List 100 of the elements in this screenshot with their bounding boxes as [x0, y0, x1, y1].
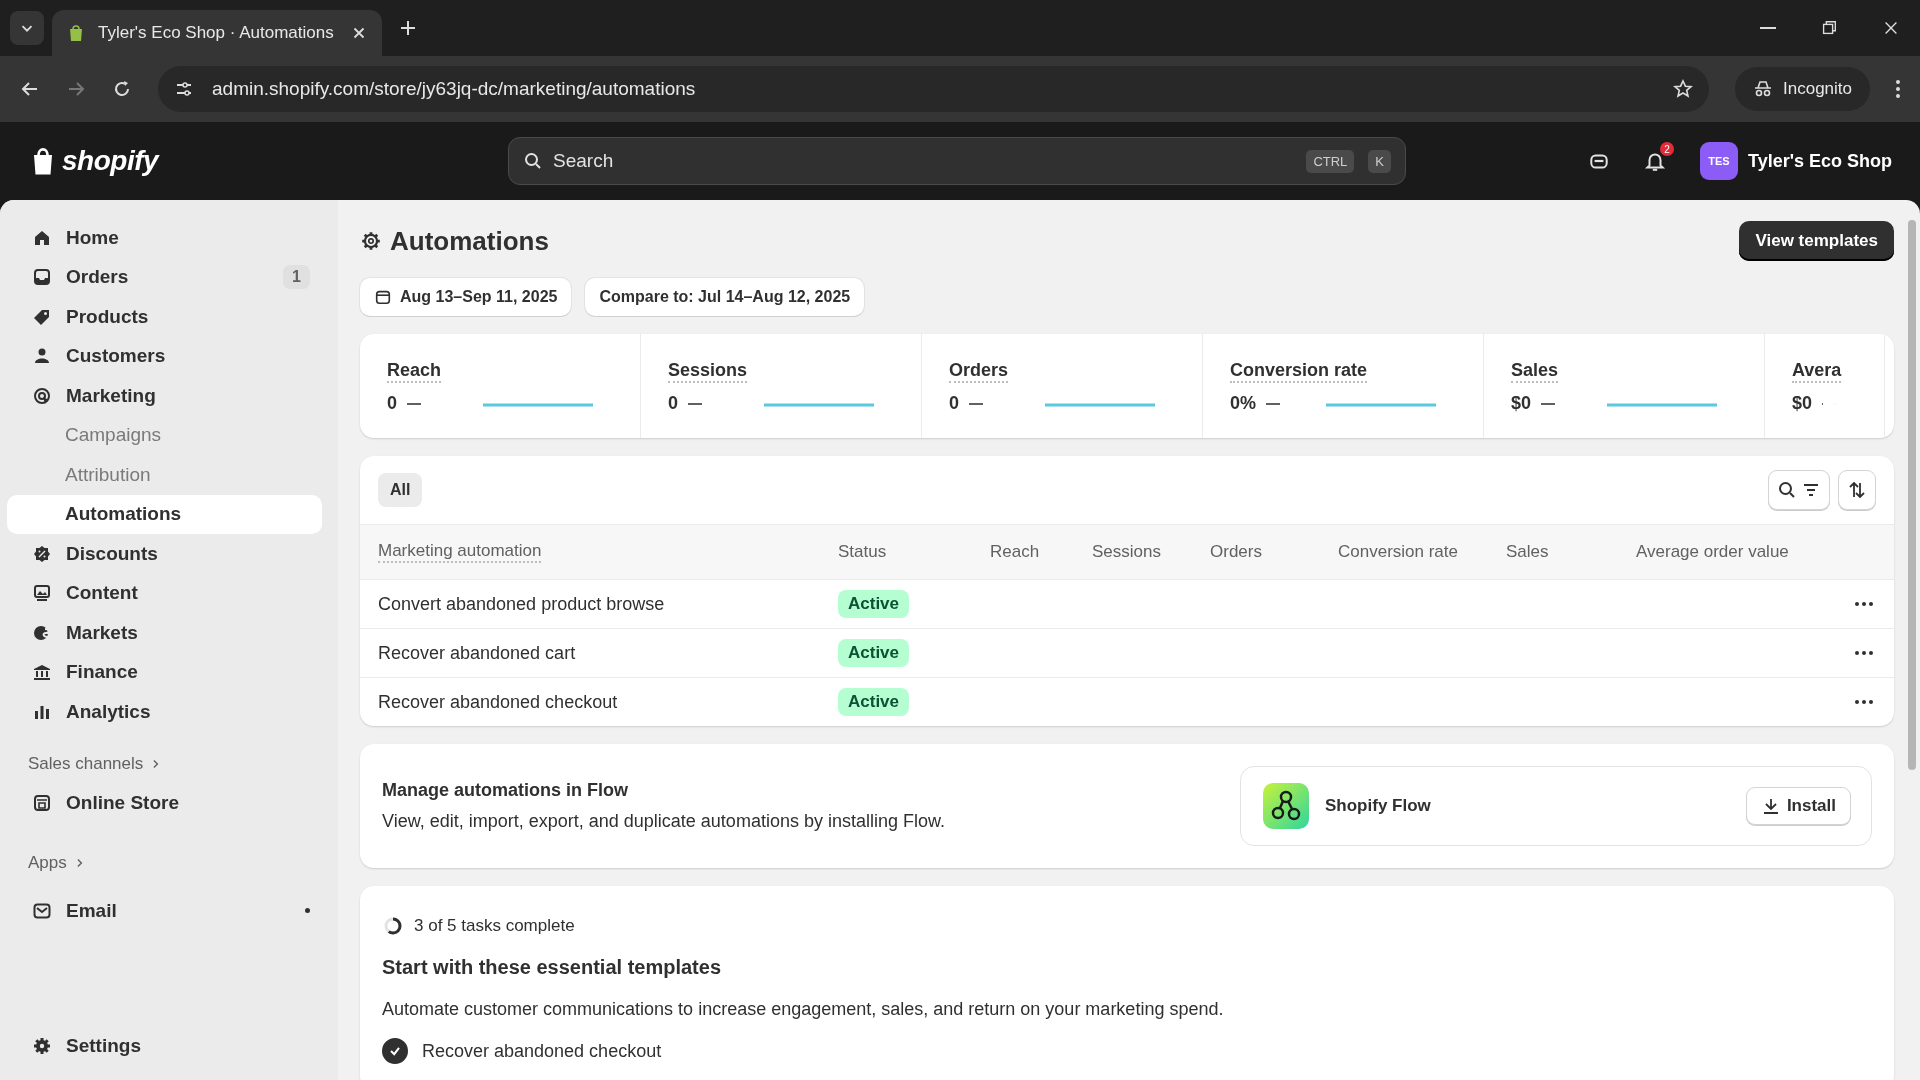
sidebar-subitem[interactable]: Attribution — [7, 455, 322, 495]
section-description: Automate customer communications to increase engagement, sales, and return on your marketing spend. — [382, 999, 1225, 1020]
sidebar-item[interactable]: Finance — [7, 652, 322, 692]
app-name: Shopify Flow — [1325, 796, 1432, 816]
image-icon — [32, 583, 52, 604]
sidebar-item[interactable]: Online Store — [7, 783, 322, 823]
automation-name[interactable]: Convert abandoned product browse — [378, 593, 838, 615]
column-header: Status — [838, 542, 888, 562]
bank-icon — [32, 662, 52, 683]
key-hint: CTRL — [1306, 149, 1355, 173]
sidebar-item[interactable]: Discounts — [7, 534, 322, 574]
search-icon — [1777, 480, 1797, 500]
date-range-button[interactable]: Aug 13–Sep 11, 2025 — [360, 278, 572, 316]
key-hint: K — [1368, 149, 1391, 173]
more-horizontal-icon — [1854, 651, 1874, 655]
progress-ring — [382, 915, 404, 937]
incognito-icon — [1753, 79, 1773, 99]
dash-icon — [1541, 402, 1556, 405]
site-settings-icon — [174, 79, 194, 99]
metric-label[interactable]: Reach — [387, 360, 442, 383]
metric-label[interactable]: Avera — [1792, 360, 1842, 383]
more-vertical-icon — [1896, 80, 1900, 98]
metric-label[interactable]: Orders — [949, 360, 1009, 383]
card-description: View, edit, import, export, and duplicate automations by installing Flow. — [382, 811, 946, 832]
column-header: Sales — [1506, 542, 1550, 562]
scrollbar[interactable] — [1908, 220, 1916, 770]
sidebar-item[interactable]: Marketing — [7, 376, 322, 416]
storefront-icon — [32, 793, 52, 814]
dash-icon — [407, 402, 421, 405]
dash-icon — [1822, 402, 1823, 405]
flow-app-icon — [1263, 783, 1309, 829]
column-header: Average order value — [1636, 542, 1790, 562]
sort-button[interactable] — [1838, 470, 1876, 510]
metric-label[interactable]: Sales — [1511, 360, 1559, 383]
metric-label[interactable]: Sessions — [668, 360, 748, 383]
section-heading: Start with these essential templates — [382, 956, 722, 979]
restore-icon — [1820, 19, 1838, 37]
incognito-button[interactable]: Incognito — [1735, 67, 1870, 111]
logo-text: shopify — [62, 145, 159, 177]
metric-value: $0 — [1792, 393, 1813, 414]
column-header: Sessions — [1092, 542, 1162, 562]
task-checkbox[interactable] — [382, 1038, 408, 1064]
page-title: Automations — [390, 225, 550, 257]
status-badge: Active — [838, 688, 910, 716]
target-icon — [32, 385, 52, 406]
star-icon — [1673, 79, 1693, 99]
percent-badge-icon — [32, 543, 52, 564]
count-badge: 1 — [283, 265, 310, 290]
column-header: Orders — [1210, 542, 1263, 562]
minimize-icon — [1760, 27, 1776, 29]
sidebar-item[interactable]: Settings — [7, 1026, 322, 1066]
sidebar-item[interactable]: Customers — [7, 336, 322, 376]
settings-icon — [360, 230, 382, 252]
sidebar-item[interactable]: Email — [7, 891, 322, 931]
metric-value: 0% — [1230, 393, 1256, 414]
sidebar-subitem[interactable]: Campaigns — [7, 415, 322, 455]
dash-icon — [688, 402, 702, 405]
reload-icon — [112, 79, 132, 99]
notification-count: 2 — [1660, 142, 1674, 156]
sidebar-item[interactable]: Home — [7, 218, 322, 258]
browser-tab[interactable]: Tyler's Eco Shop · Automations — [52, 10, 382, 56]
task-label[interactable]: Recover abandoned checkout — [422, 1040, 662, 1062]
sort-icon — [1847, 480, 1867, 500]
calendar-icon — [374, 288, 392, 306]
install-button[interactable]: Install — [1745, 787, 1851, 825]
status-badge: Active — [838, 590, 910, 618]
sidebar-subitem[interactable]: Automations — [7, 494, 322, 534]
sidebar-item[interactable]: Content — [7, 573, 322, 613]
search-icon — [523, 151, 543, 171]
sales-channels-link[interactable]: Sales channels — [16, 743, 322, 784]
apps-link[interactable]: Apps — [16, 843, 322, 883]
sidebar-item[interactable]: Orders 1 — [7, 257, 322, 297]
progress-text: 3 of 5 tasks complete — [414, 916, 575, 936]
metric-value: $0 — [1511, 393, 1532, 414]
metric-value: 0 — [668, 393, 678, 414]
more-horizontal-icon — [1854, 700, 1874, 704]
sidebar-item[interactable]: Products — [7, 297, 322, 337]
automation-name[interactable]: Recover abandoned cart — [378, 642, 838, 664]
sidebar-item[interactable]: Analytics — [7, 692, 322, 732]
column-header[interactable]: Marketing automation — [378, 541, 542, 563]
search-filter-button[interactable] — [1768, 470, 1830, 510]
metric-label[interactable]: Conversion rate — [1230, 360, 1368, 383]
sidebar-item[interactable]: Markets — [7, 613, 322, 653]
inbox-icon — [32, 267, 52, 288]
view-templates-button[interactable]: View templates — [1739, 221, 1894, 261]
more-horizontal-icon — [1854, 602, 1874, 606]
search-field[interactable]: Search CTRL K — [508, 137, 1406, 185]
store-menu[interactable]: TES Tyler's Eco Shop — [1700, 142, 1892, 180]
automation-name[interactable]: Recover abandoned checkout — [378, 691, 838, 713]
tab-list-button[interactable] — [10, 11, 44, 45]
store-avatar: TES — [1700, 142, 1738, 180]
column-header: Reach — [990, 542, 1041, 562]
column-header: Conversion rate — [1338, 542, 1459, 562]
dash-icon — [1266, 402, 1280, 405]
address-bar[interactable]: admin.shopify.com/store/jy63jq-dc/marketing/automations — [158, 66, 1709, 112]
plus-icon — [398, 18, 418, 38]
metric-value: 0 — [387, 393, 397, 414]
compare-button[interactable]: Compare to: Jul 14–Aug 12, 2025 — [585, 278, 865, 316]
card-title: Manage automations in Flow — [382, 780, 629, 801]
filter-tab[interactable]: All — [378, 473, 423, 507]
